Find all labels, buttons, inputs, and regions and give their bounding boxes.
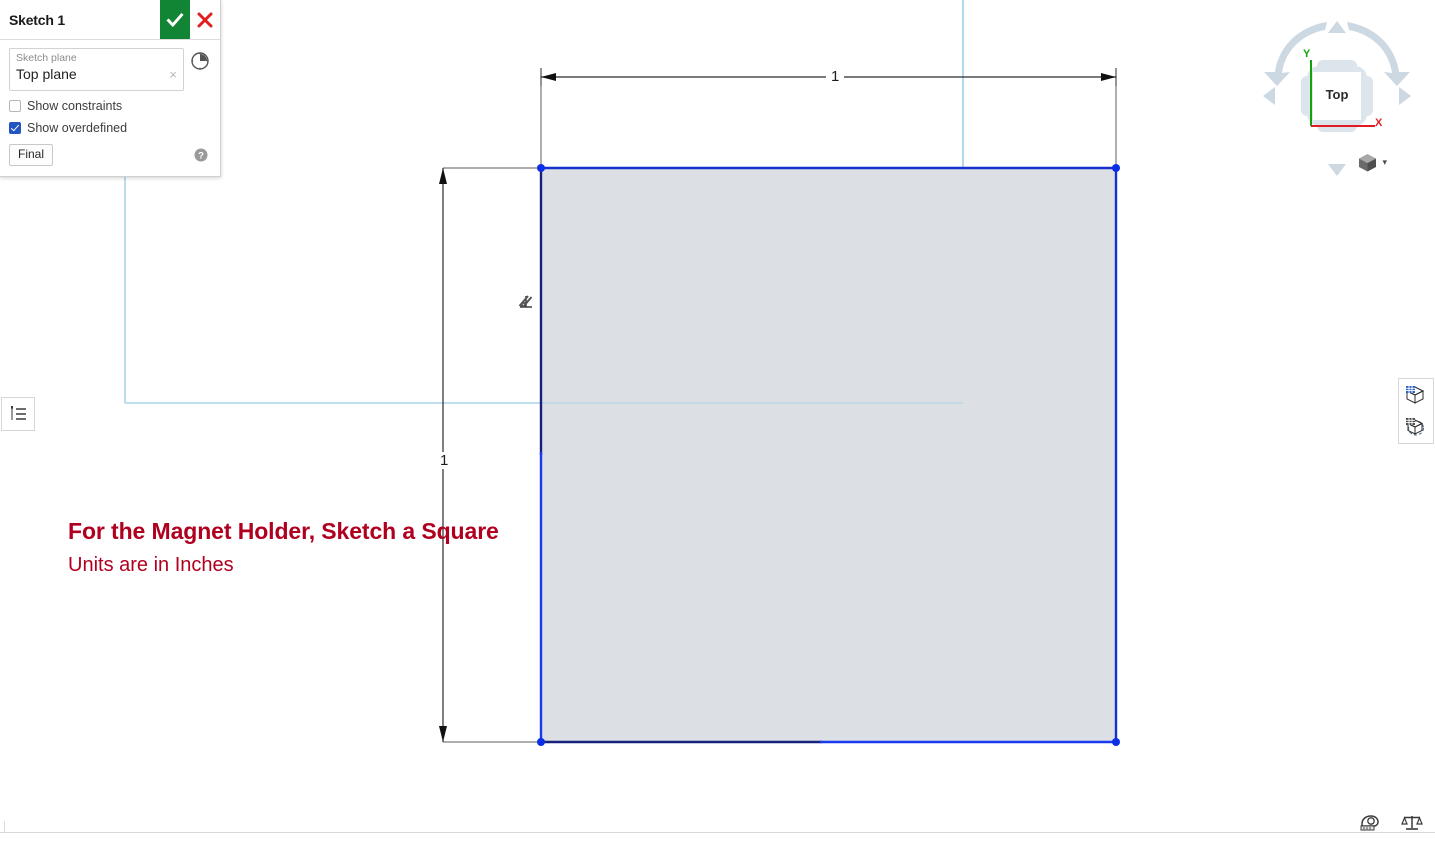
cancel-sketch-button[interactable] [190,0,220,39]
dimension-vertical-value[interactable]: 1 [435,452,454,469]
clock-history-icon[interactable] [190,51,210,71]
feature-tree-toggle-button[interactable] [1,397,35,431]
svg-text:?: ? [198,151,204,162]
dimension-horizontal-value[interactable]: 1 [826,68,845,85]
show-overdefined-label: Show overdefined [27,121,128,135]
final-button[interactable]: Final [9,144,54,166]
app-root: 1 1 For the Magnet Holder, Sketch a Squa… [0,0,1435,841]
show-overdefined-checkbox[interactable] [9,122,21,134]
view-cube-menu-button[interactable]: ▾ [1357,152,1387,173]
sketch-square-face[interactable] [541,168,1116,742]
constraint-badge-group [517,294,533,308]
bottom-tool-group [1359,814,1423,832]
chevron-down-icon: ▾ [1382,157,1387,167]
sketch-plane-field-row: Sketch plane Top plane × [9,48,210,91]
view-cube-face-label: Top [1325,87,1349,102]
show-constraints-checkbox[interactable] [9,100,21,112]
question-help-icon[interactable]: ? [194,148,208,162]
view-cube-widget[interactable]: Y X Top ▾ [1257,4,1417,179]
sketch-dialog-titlebar: Sketch 1 [0,0,220,40]
sketch-dialog-body: Sketch plane Top plane × Show constraint… [0,40,220,176]
axis-y-label: Y [1303,48,1311,60]
sketch-dialog-title: Sketch 1 [9,11,65,28]
display-states-icon[interactable] [1399,379,1431,411]
render-mode-icon[interactable] [1399,411,1431,443]
accept-sketch-button[interactable] [160,0,190,39]
sketch-plane-field[interactable]: Sketch plane Top plane × [9,48,184,91]
view-cube-icon [1359,154,1377,172]
show-overdefined-checkbox-row[interactable]: Show overdefined [9,121,210,135]
measure-tape-icon[interactable] [1359,814,1381,832]
feature-list-icon [11,406,26,420]
sketch-dialog[interactable]: Sketch 1 Sketch plane Top plane × Show c… [0,0,221,177]
sketch-dialog-footer: Final ? [9,144,210,172]
show-constraints-checkbox-row[interactable]: Show constraints [9,99,210,113]
rotate-up-arrow-icon[interactable] [1328,21,1346,33]
check-icon [166,12,184,27]
axis-x-label: X [1375,117,1383,129]
status-bar-divider [4,821,5,833]
sketch-plane-value: Top plane [16,66,77,82]
show-constraints-label: Show constraints [27,99,123,113]
right-tool-panel [1398,378,1434,444]
close-x-icon [197,12,213,27]
rotate-down-arrow-icon[interactable] [1328,164,1346,176]
sketch-plane-label: Sketch plane [16,52,77,64]
clear-plane-icon[interactable]: × [168,68,178,81]
status-bar [0,821,1435,841]
mass-properties-scale-icon[interactable] [1401,814,1423,832]
